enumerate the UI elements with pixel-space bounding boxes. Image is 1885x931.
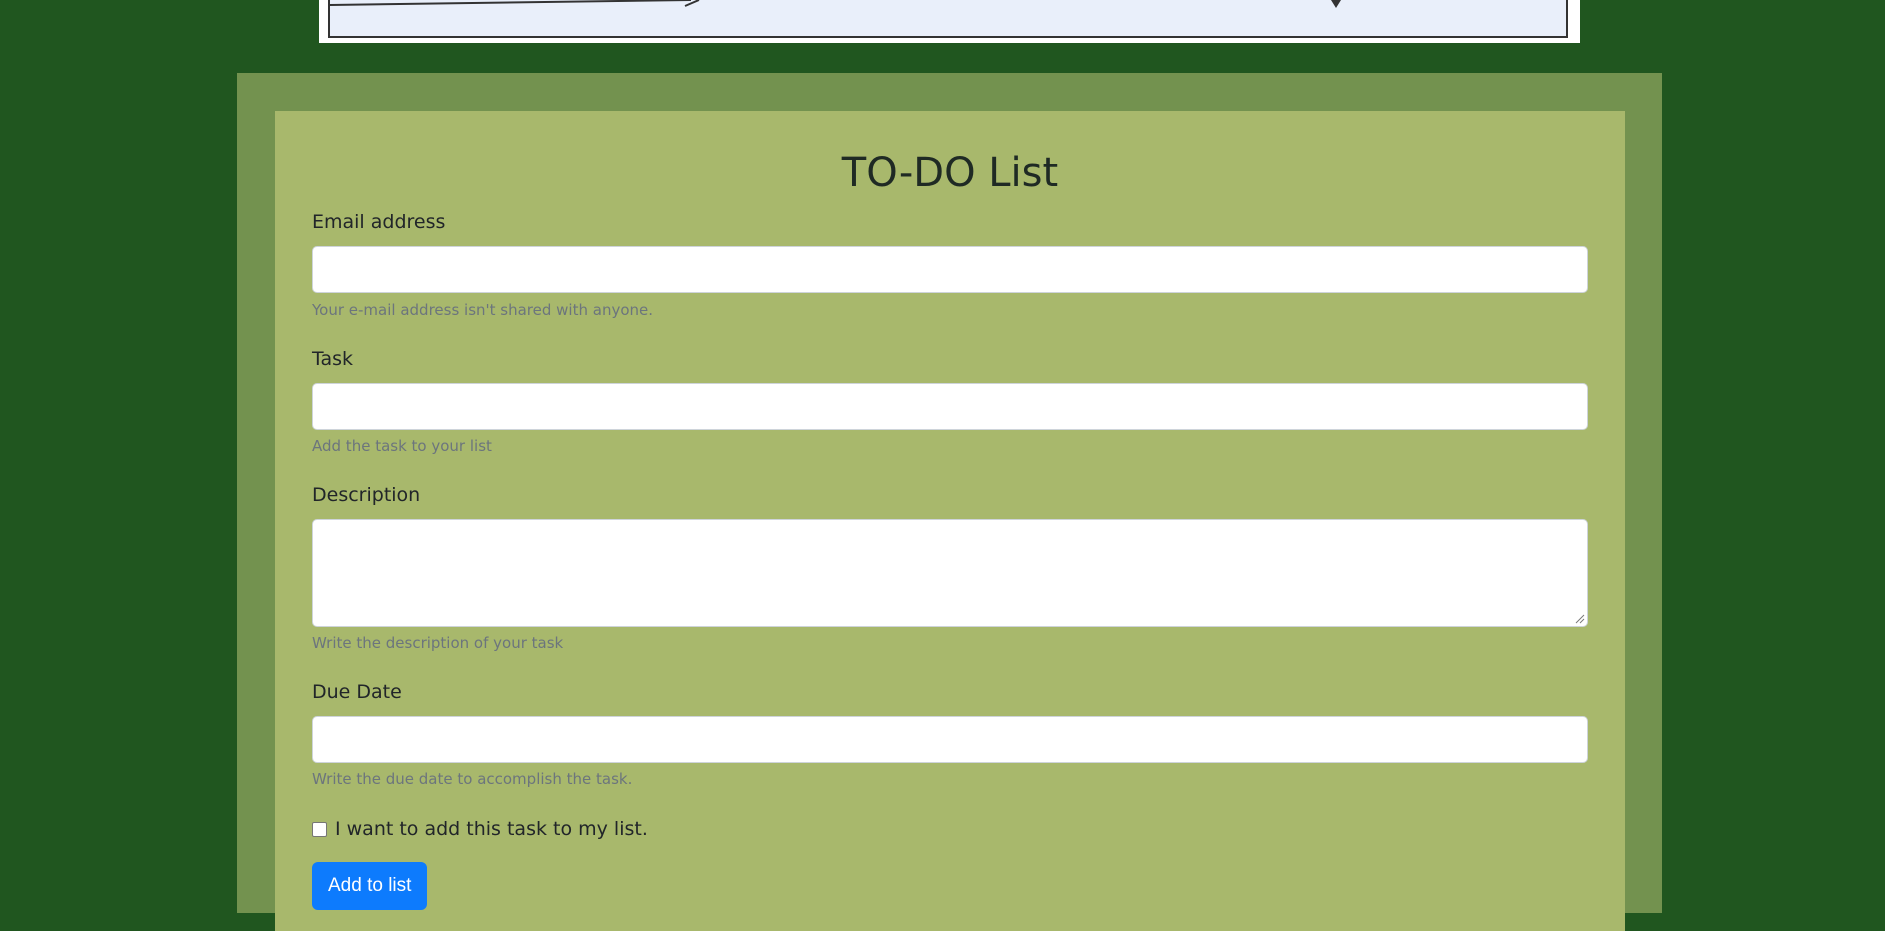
due-date-label: Due Date: [312, 681, 402, 703]
task-field[interactable]: [312, 383, 1588, 430]
task-label: Task: [312, 348, 354, 370]
top-image-banner: [319, 0, 1580, 43]
form-outer-card: TO-DO List Email address Your e-mail add…: [237, 73, 1662, 931]
description-label: Description: [312, 484, 421, 506]
todo-form: TO-DO List Email address Your e-mail add…: [275, 111, 1625, 931]
due-date-help-text: Write the due date to accomplish the tas…: [312, 770, 633, 788]
resize-handle-icon[interactable]: [1575, 614, 1585, 624]
email-field[interactable]: [312, 246, 1588, 293]
page-title: TO-DO List: [841, 150, 1059, 196]
task-help-text: Add the task to your list: [312, 437, 492, 455]
add-to-list-checkbox[interactable]: [312, 821, 327, 837]
add-to-list-button[interactable]: Add to list: [312, 862, 428, 910]
email-help-text: Your e-mail address isn't shared with an…: [312, 301, 654, 319]
email-label: Email address: [312, 211, 446, 233]
due-date-field[interactable]: [312, 716, 1588, 763]
add-to-list-checkbox-row: I want to add this task to my list.: [312, 817, 648, 841]
description-textarea[interactable]: [312, 519, 1588, 627]
description-help-text: Write the description of your task: [312, 634, 564, 652]
checkbox-label[interactable]: I want to add this task to my list.: [335, 818, 648, 840]
banner-illustration: [329, 0, 1341, 8]
